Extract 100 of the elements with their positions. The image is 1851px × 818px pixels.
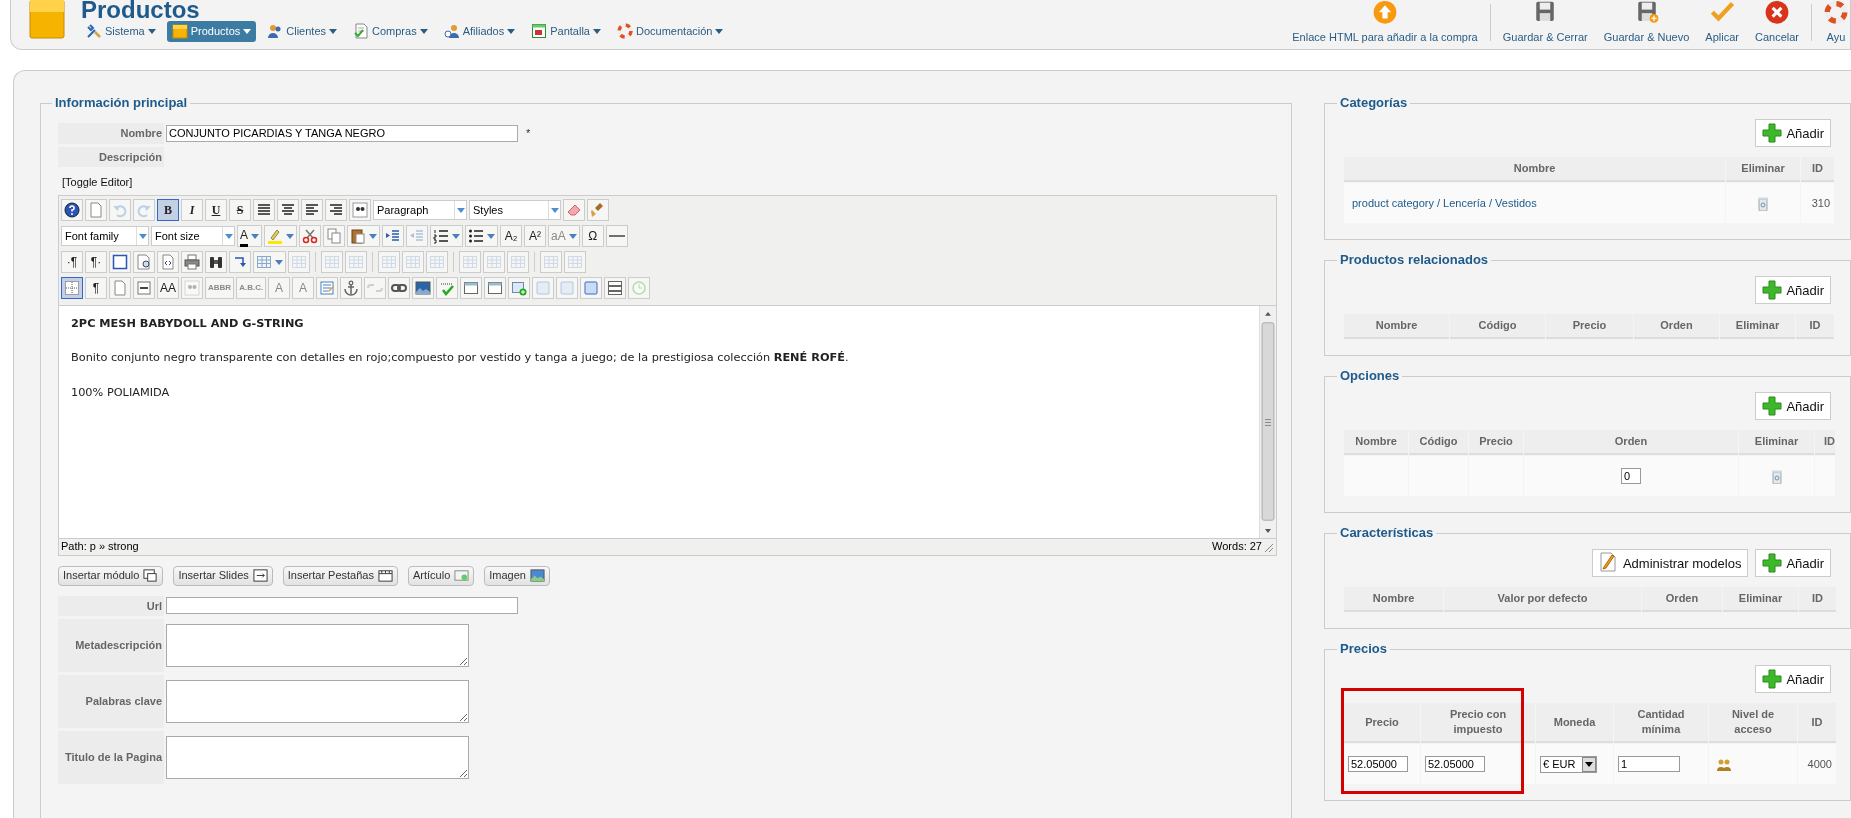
input-field[interactable]: 0 [1621,468,1641,484]
square-icon [559,280,576,296]
table-icon [405,254,421,270]
align-left-icon [304,202,320,218]
column-header: ID [1796,314,1834,339]
menu-item[interactable]: Pantalla [526,21,606,42]
toolbar-button[interactable]: I [181,199,203,221]
tools-icon [86,23,102,40]
scrollbar[interactable] [1259,305,1276,538]
category-link[interactable]: product category / Lencería / Vestidos [1348,196,1537,209]
add-button[interactable]: Añadir [1755,119,1831,147]
toolbar-button[interactable]: ¶ [85,277,107,299]
window-icon [463,280,480,296]
toolbar-button[interactable] [61,277,83,299]
add-button[interactable]: Añadir [1755,276,1831,304]
caret-icon [224,233,233,239]
table-icon [381,254,397,270]
section-title: Características [1339,525,1435,541]
page-icon [88,202,104,218]
plus-icon [1762,396,1783,416]
page-break-icon [136,280,152,296]
table-icon [429,254,445,270]
caret-icon [369,233,377,239]
manage-button[interactable]: Administrar modelos [1591,549,1749,577]
caret-icon [286,233,294,239]
column-header: Nombre [1344,314,1449,339]
toolbar-button[interactable]: Cancelar [1746,0,1807,49]
trash-icon [1758,196,1768,211]
justify-icon [256,202,272,218]
toolbar-button[interactable]: S [229,199,251,221]
toolbar-button[interactable]: AA [157,277,179,299]
add-button[interactable]: Añadir [1755,392,1831,420]
column-header: Cantidad mínima [1614,703,1708,743]
menu-item[interactable]: Sistema [81,21,161,42]
toolbar-button[interactable]: U [205,199,227,221]
caret-icon [593,28,601,34]
scissors-icon [302,228,318,244]
field-label: Descripción [58,146,164,167]
table-cell: 4000 [1807,757,1832,770]
menu-item[interactable]: Compras [348,21,433,42]
input-field[interactable] [166,597,518,615]
toolbar-button[interactable]: Ω [581,225,604,247]
toolbar-button[interactable]: A [237,225,262,247]
align-center-icon [280,202,296,218]
field-label: Nombre [58,123,164,144]
field-label: Metadescripción [58,619,164,672]
text-area[interactable] [166,624,469,667]
add-button[interactable]: Añadir [1755,549,1831,577]
input-field[interactable]: CONJUNTO PICARDIAS Y TANGA NEGRO [166,124,518,142]
toolbar-button[interactable]: A₂ [500,225,522,247]
toolbar-button[interactable]: Ayu [1816,0,1850,49]
input-field[interactable]: 52.05000 [1348,756,1408,772]
column-header: Código [1450,314,1545,339]
toolbar-button[interactable]: Guardar & Cerrar [1494,0,1596,49]
column-header: Valor por defecto [1444,587,1641,612]
dropdown[interactable]: Font family [61,226,149,246]
input-field[interactable]: 52.05000 [1425,756,1485,772]
insert-button[interactable]: Imagen [484,565,550,586]
toolbar-button[interactable]: Guardar & Nuevo [1595,0,1698,49]
currency-select[interactable]: € EUR [1540,755,1597,773]
dropdown[interactable]: Paragraph [373,200,467,220]
column-header: Moneda [1536,703,1613,743]
table-cell: 310 [1811,196,1830,209]
column-header: Eliminar [1723,587,1798,612]
caret-icon [715,28,724,34]
required-mark: * [526,126,531,141]
text-area[interactable] [166,680,469,723]
menu-item[interactable]: Productos [166,21,257,42]
menu-item[interactable]: Afiliados [438,21,521,42]
toolbar-button[interactable]: Aplicar [1697,0,1747,49]
insert-button[interactable]: Insertar módulo [58,565,164,586]
horizontal-line-icon [608,235,625,237]
help-icon [64,202,80,218]
text-area[interactable] [166,736,469,779]
input-field[interactable]: 1 [1618,756,1680,772]
caret-icon [251,233,259,239]
table-icon [348,254,364,270]
restore-icon [631,280,648,296]
indent-icon [385,228,401,244]
caret-icon [568,233,577,239]
toolbar-button[interactable]: B [157,199,179,221]
insert-button[interactable]: Artículo [407,565,475,586]
toolbar-button[interactable]: ·¶ [61,251,83,273]
menu-item[interactable]: Clientes [262,21,343,42]
insert-button[interactable]: Insertar Slides [173,565,273,586]
toolbar-button[interactable]: ¶· [85,251,107,273]
lifebuoy-icon [617,23,633,40]
menu-item[interactable]: Documentación [612,21,729,42]
caret-icon [456,207,465,213]
insert-button[interactable]: Insertar Pestañas [282,565,398,586]
add-button[interactable]: Añadir [1755,665,1831,693]
dropdown[interactable]: Font size [151,226,235,246]
toolbar-button[interactable]: Enlace HTML para añadir a la compra [1284,0,1486,49]
add-window-icon [511,280,528,296]
grid-icon [64,280,80,296]
toggle-editor-link[interactable]: [Toggle Editor] [62,174,133,191]
dropdown[interactable]: Styles [469,200,561,220]
redo-icon [136,202,152,218]
box-icon [171,23,188,40]
toolbar-button[interactable]: A² [524,225,546,247]
